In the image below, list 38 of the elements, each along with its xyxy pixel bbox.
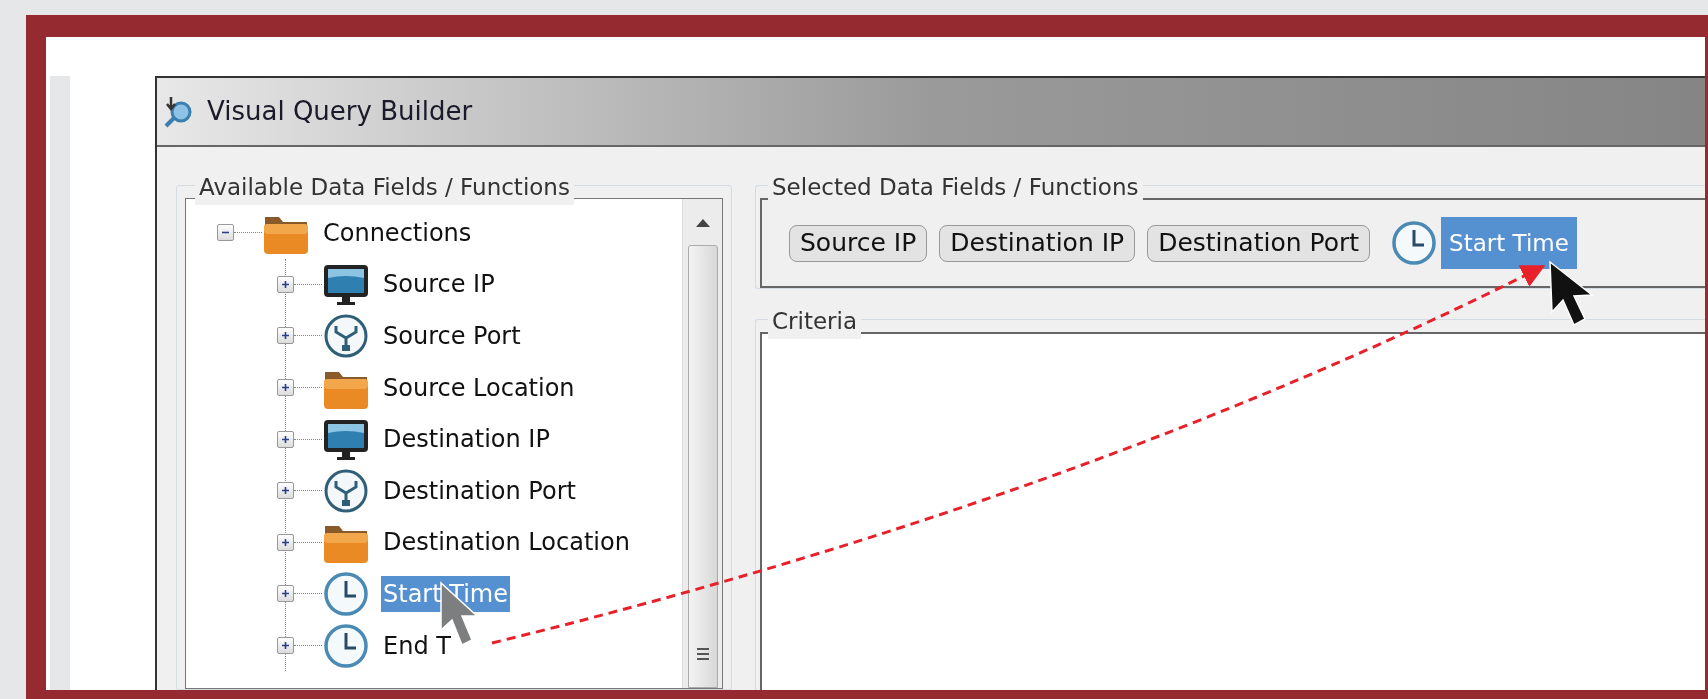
field-chip[interactable]: Source IP (789, 224, 928, 262)
expand-button[interactable] (277, 637, 294, 655)
clock-icon (322, 621, 370, 670)
expand-button[interactable] (277, 430, 294, 448)
tree-item[interactable]: Destination Location (381, 524, 632, 561)
expand-button[interactable] (277, 482, 294, 500)
cursor-icon (1549, 260, 1595, 327)
plus-icon (281, 641, 290, 651)
network-port-icon (322, 312, 370, 360)
plus-icon (281, 331, 290, 341)
tree-item[interactable]: Destination Port (381, 472, 578, 509)
plus-icon (281, 486, 290, 496)
grip-icon (695, 647, 710, 661)
plus-icon (281, 434, 290, 444)
tree-item[interactable]: Source Location (381, 369, 577, 406)
dragged-field: Start Time (1441, 217, 1577, 269)
expand-button[interactable] (277, 533, 294, 551)
field-chip[interactable]: Destination IP (939, 224, 1136, 262)
scroll-thumb[interactable] (687, 245, 718, 688)
window-title: Visual Query Builder (207, 95, 473, 128)
tree-item[interactable]: Source IP (381, 266, 497, 303)
plus-icon (281, 537, 290, 547)
clock-icon (1390, 219, 1439, 267)
field-chip[interactable]: Destination Port (1147, 224, 1371, 262)
expand-button[interactable] (277, 275, 294, 293)
expand-button[interactable] (277, 327, 294, 345)
tree-item[interactable]: Destination IP (381, 421, 552, 458)
tree-item[interactable]: Source Port (381, 318, 523, 354)
clock-icon (322, 569, 370, 618)
tree-item[interactable]: Connections (321, 214, 474, 251)
expand-button[interactable] (277, 585, 294, 603)
tree-item[interactable]: End T (381, 627, 453, 664)
plus-icon (281, 279, 290, 289)
plus-icon (281, 383, 290, 393)
expand-button[interactable] (277, 379, 294, 397)
scroll-up-icon[interactable] (695, 219, 710, 227)
collapse-button[interactable] (217, 224, 234, 242)
plus-icon (281, 589, 290, 599)
